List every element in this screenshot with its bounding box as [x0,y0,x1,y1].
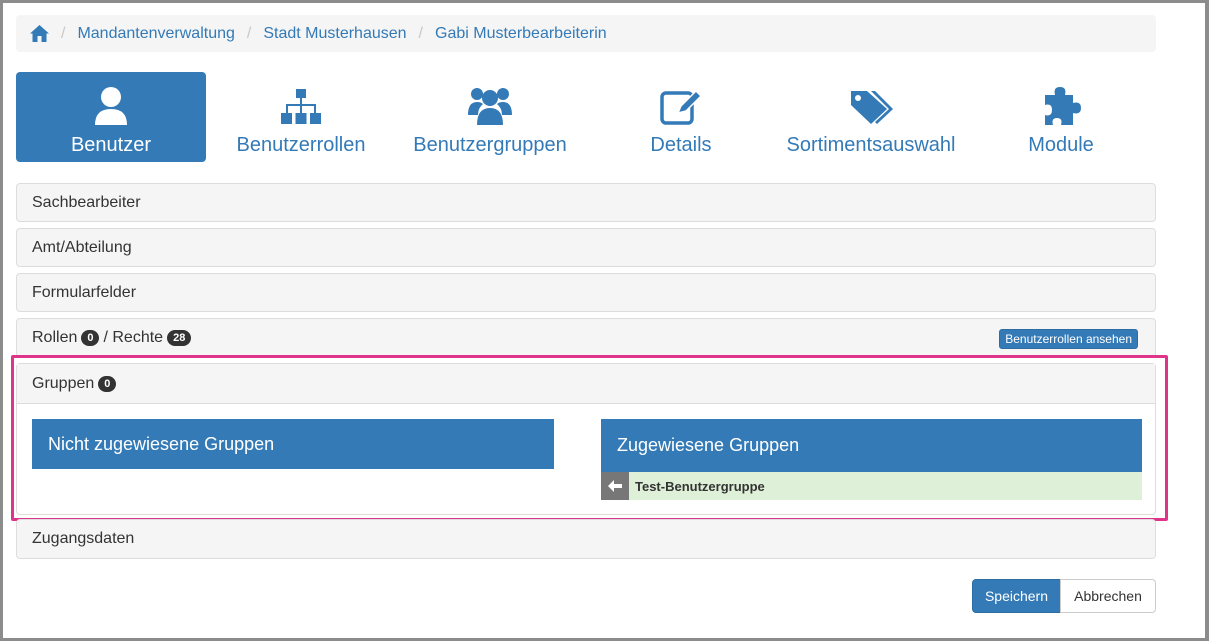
rollen-count-badge: 0 [81,330,100,346]
group-name: Test-Benutzergruppe [635,478,765,494]
tab-benutzergruppen[interactable]: Benutzergruppen [406,72,574,162]
panel-title: Zugangsdaten [32,530,135,547]
tab-label: Benutzergruppen [413,134,567,156]
panel-title: Rollen [32,329,78,346]
panel-sachbearbeiter[interactable]: Sachbearbeiter [16,183,1156,222]
users-icon [468,81,512,125]
tags-icon [849,81,893,125]
breadcrumb: / Mandantenverwaltung / Stadt Musterhaus… [16,15,1156,52]
arrow-left-icon[interactable] [601,472,629,500]
panel-rollen-rechte[interactable]: Rollen 0 / Rechte 28 Benutzerrollen anse… [16,318,1156,358]
tab-label: Sortimentsauswahl [786,134,956,156]
tab-details[interactable]: Details [626,72,736,162]
tab-label: Details [650,134,712,156]
list-item: Test-Benutzergruppe [601,472,1142,500]
puzzle-icon [1041,81,1081,125]
tab-label: Module [1028,134,1094,156]
breadcrumb-separator: / [246,24,252,42]
panel-amt-abteilung[interactable]: Amt/Abteilung [16,228,1156,267]
panel-formularfelder[interactable]: Formularfelder [16,273,1156,312]
rechte-count-badge: 28 [167,330,192,346]
home-icon[interactable] [30,25,49,42]
breadcrumb-item-user[interactable]: Gabi Musterbearbeiterin [435,25,607,43]
panel-title: Gruppen [32,374,95,392]
breadcrumb-item-stadt[interactable]: Stadt Musterhausen [263,25,406,43]
breadcrumb-item-mandantenverwaltung[interactable]: Mandantenverwaltung [77,25,234,43]
breadcrumb-separator: / [418,24,423,42]
assigned-groups-header: Zugewiesene Gruppen [601,419,1142,472]
panel-zugangsdaten[interactable]: Zugangsdaten [16,519,1156,559]
rechte-label: / Rechte [103,329,164,346]
tab-sortimentsauswahl[interactable]: Sortimentsauswahl [776,72,966,162]
cancel-button[interactable]: Abbrechen [1060,579,1156,613]
tab-label: Benutzer [70,134,152,156]
assigned-groups-title: Zugewiesene Gruppen [617,435,800,455]
tab-label: Benutzerrollen [236,134,366,156]
benutzerrollen-ansehen-button[interactable]: Benutzerrollen ansehen [999,329,1138,349]
user-icon [94,81,128,125]
panel-title: Formularfelder [32,284,137,301]
panel-title: Amt/Abteilung [32,239,132,256]
breadcrumb-separator: / [61,24,66,42]
panel-title: Sachbearbeiter [32,194,141,211]
unassigned-groups-header: Nicht zugewiesene Gruppen [32,419,554,469]
edit-icon [660,81,702,125]
tab-benutzerrollen[interactable]: Benutzerrollen [226,72,376,162]
tab-module[interactable]: Module [1006,72,1116,162]
sitemap-icon [281,81,321,125]
gruppen-header[interactable]: Gruppen 0 [17,364,1155,404]
unassigned-groups-title: Nicht zugewiesene Gruppen [48,433,275,454]
tab-benutzer[interactable]: Benutzer [16,72,206,162]
tab-bar: Benutzer Benutzerrollen Benutzergruppen … [16,72,1156,162]
save-button[interactable]: Speichern [972,579,1061,613]
gruppen-count-badge: 0 [98,375,117,392]
